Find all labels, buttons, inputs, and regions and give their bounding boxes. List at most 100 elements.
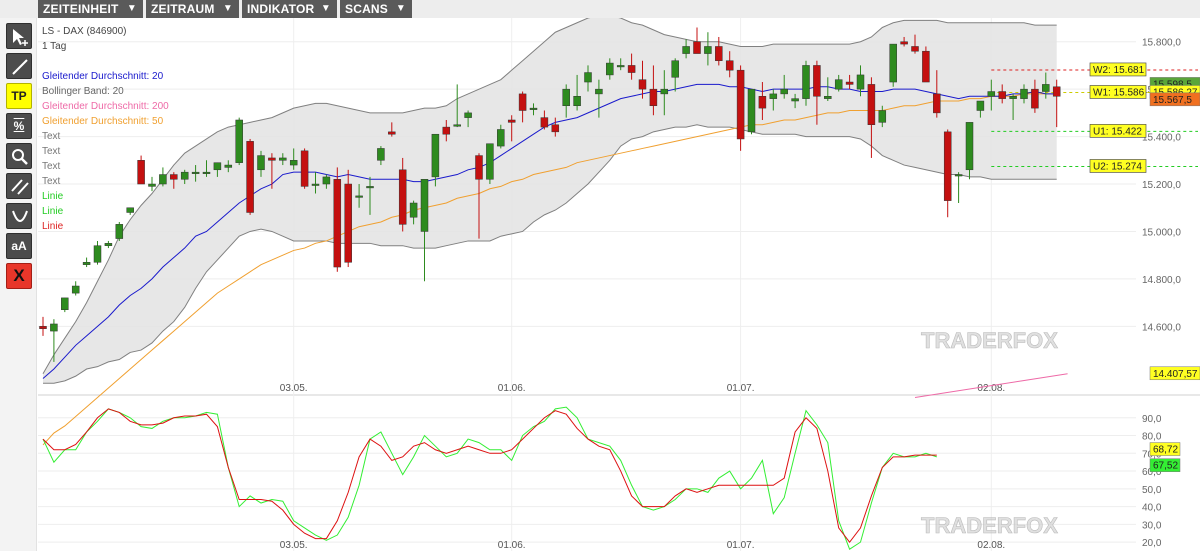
tool-label: aA [11,239,27,253]
parallel-lines-tool[interactable] [6,173,32,199]
candle-body [824,96,832,99]
candle-body [1009,96,1017,99]
candle-body [834,79,843,90]
tool-column: TP% aA X [0,18,37,551]
candle-body [584,72,592,83]
level-tag-label: U2: 15.274 [1093,161,1142,172]
candle-body [1031,88,1039,109]
candle-body [268,157,276,161]
candle-body [606,62,614,76]
curve-tool[interactable] [6,203,32,229]
menu-scans[interactable]: SCANS ▼ [340,0,412,18]
candle-body [856,74,865,90]
menu-label: ZEITEINHEIT [43,2,119,16]
candle-body [224,164,233,168]
osc-ytick-label: 80,0 [1142,432,1162,443]
main-ytick-label: 15.000,0 [1142,227,1181,238]
legend-item[interactable]: Linie [42,189,169,204]
caret-down-icon: ▼ [395,3,406,14]
delete-tool[interactable]: X [6,263,32,289]
osc-ytick-label: 20,0 [1142,538,1162,549]
candle-body [671,60,679,78]
zoom-tool[interactable] [6,143,32,169]
main-ytick-label: 15.400,0 [1142,133,1181,144]
candle-body [333,179,342,268]
osc-ytick-label: 50,0 [1142,485,1162,496]
menu-label: SCANS [345,2,389,16]
legend-item[interactable]: Text [42,144,169,159]
candle-body [420,179,429,232]
candle-body [398,169,407,225]
osc-xtick-label: 03.05. [280,540,308,551]
instrument-title: LS - DAX (846900) [42,26,127,37]
candle-body [769,93,778,99]
candle-body [933,93,941,114]
candle-body [61,297,69,310]
candle-body [464,112,472,118]
osc-marker-label: 68,72 [1153,445,1178,456]
candle-body [529,107,538,110]
candle-body [867,84,876,125]
legend-item[interactable]: Text [42,174,169,189]
level-tag: U1: 15.422 [1089,124,1147,138]
legend-item[interactable]: Gleitender Durchschnitt: 20 [42,69,169,84]
tool-label: % [13,119,25,133]
legend-item[interactable]: Text [42,129,169,144]
candle-body [747,88,756,133]
candle-body [965,122,974,171]
candle-body [638,79,647,90]
candle-body [954,174,963,177]
candle-body [627,65,636,73]
line-tool[interactable] [6,53,32,79]
candle-body [725,60,734,71]
osc-value-marker: 67,52 [1149,458,1181,472]
cursor-tool[interactable] [6,23,32,49]
legend-item[interactable]: Gleitender Durchschnitt: 50 [42,114,169,129]
text-size-tool[interactable]: aA [6,233,32,259]
candle-body [289,160,298,166]
candle-body [715,46,723,61]
main-ytick-label: 14.800,0 [1142,275,1181,286]
candle-body [180,171,189,180]
candle-body [213,162,222,171]
candle-body [780,88,788,95]
price-marker-label: 15.567,5 [1153,95,1192,106]
candle-body [900,41,908,45]
menu-label: ZEITRAUM [151,2,215,16]
candle-body [442,126,451,135]
tp-tool[interactable]: TP [6,83,32,109]
menu-zeiteinheit[interactable]: ZEITEINHEIT ▼ [38,0,143,18]
candle-body [878,110,887,123]
caret-down-icon: ▼ [126,3,137,14]
candle-body [409,202,418,218]
candle-body [682,46,690,54]
legend-item[interactable]: Linie [42,204,169,219]
candle-body [758,96,767,109]
main-xtick-label: 02.08. [977,383,1005,394]
candle-body [431,133,440,178]
legend-item[interactable]: Bollinger Band: 20 [42,84,169,99]
candle-body [704,46,712,54]
candle-body [562,88,570,107]
candle-body [93,245,102,263]
candle-body [486,143,494,180]
price-marker: 15.567,5 [1149,92,1200,107]
candle-body [388,131,396,135]
legend-item[interactable]: Gleitender Durchschnitt: 200 [42,99,169,114]
candle-body [889,43,897,83]
chart-area[interactable]: 14.600,0 14.800,0 15.000,0 15.200,0 15.400,0… [38,18,1200,551]
candle-body [1052,86,1061,97]
candle-body [322,176,331,185]
menu-indikator[interactable]: INDIKATOR ▼ [242,0,337,18]
candle-body [311,183,320,186]
percent-tool[interactable]: % [6,113,32,139]
candle-body [998,91,1006,99]
watermark: TRADERFOX [921,513,1058,538]
menu-label: INDIKATOR [247,2,315,16]
legend-item[interactable]: Text [42,159,169,174]
price-marker-label: 14.407,57 [1153,369,1198,380]
legend-item[interactable]: Linie [42,219,169,234]
candle-body [344,183,352,263]
menu-zeitraum[interactable]: ZEITRAUM ▼ [146,0,239,18]
chart-svg[interactable]: 14.600,0 14.800,0 15.000,0 15.200,0 15.400,0… [38,18,1200,551]
